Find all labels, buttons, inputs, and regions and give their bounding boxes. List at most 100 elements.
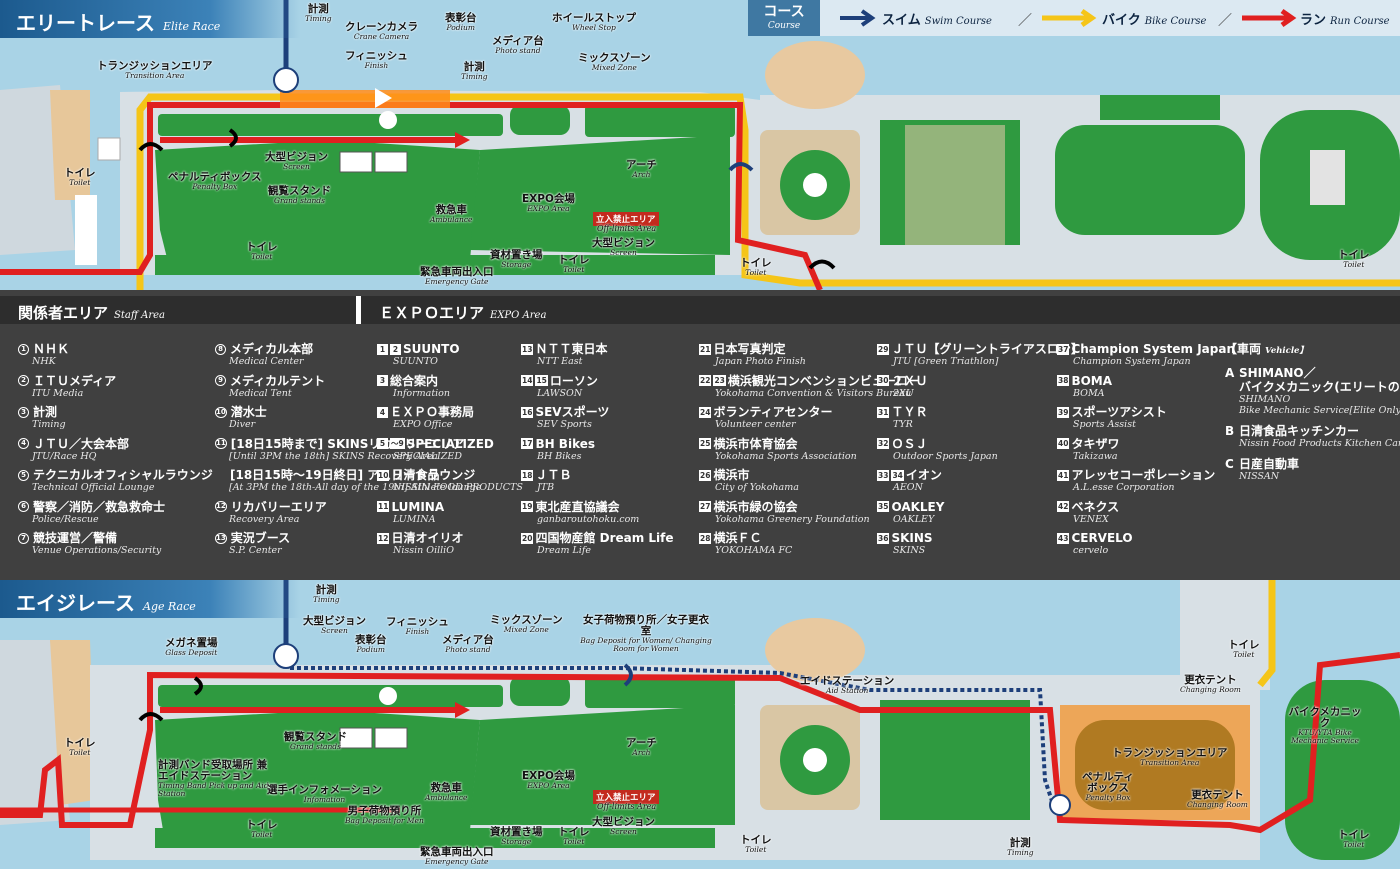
elite-grandstand-label: 観覧スタンド Grand stands (268, 185, 331, 206)
marker-circle: 2 (18, 375, 29, 386)
marker-square: 38 (1057, 375, 1070, 386)
legend-item-sub: Information (393, 387, 451, 399)
age-race-map: エイジレース Age Race 計測 Timing 大型ビジョン Screen メガネ… (0, 580, 1400, 869)
legend-item-sub: Police/Rescue (32, 513, 99, 525)
legend-item-label: 四国物産館 Dream Life (535, 531, 674, 545)
age-title-jp: エイジレース (16, 591, 135, 615)
legend-run-en: Run Course (1330, 16, 1390, 27)
age-timingband-label: 計測バンド受取場所 兼 エイドステーション Timing Band Pick up… (158, 759, 269, 798)
legend-item-label: メディカルテント (230, 373, 326, 388)
marker-square: 21 (699, 343, 712, 355)
elite-finish-label: フィニッシュ Finish (345, 50, 408, 71)
legend-item-sub: cervelo (1073, 545, 1109, 556)
elite-arch-label: アーチ Arch (626, 159, 657, 180)
legend-item-sub: JTU [Green Triathlon] (893, 356, 999, 367)
marker-square: 30 (877, 375, 890, 386)
legend-item-sub: BOMA (1073, 387, 1105, 399)
age-storage-label: 資材置き場 Storage (490, 826, 543, 847)
legend-item-label: イオン (905, 468, 942, 482)
legend-course-label: コース (763, 4, 805, 20)
legend-item-label: ＪＴＢ (535, 468, 572, 482)
marker-square: 23 (713, 375, 726, 386)
expo-area-title-en: EXPO Area (490, 310, 547, 321)
legend-item: 4 ＥＸＰＯ事務局 EXPO Office (377, 405, 523, 437)
legend-item-sub: OAKLEY (893, 513, 935, 525)
expo-area-header: ＥＸＰＯエリア EXPO Area (361, 296, 1400, 324)
marker-circle: 6 (18, 501, 29, 512)
legend-item-label: ＪＴＵ／大会本部 (33, 436, 130, 451)
legend-item-sub: A.L.esse Corporation (1073, 482, 1175, 493)
age-expo-label: EXPO会場 EXPO Area (522, 770, 575, 791)
legend-item-label: ＪＴＵ【グリーントライアスロン】 (891, 342, 1083, 356)
elite-offlimits-en: Off-limits Area (597, 224, 657, 233)
expo-area-title: ＥＸＰＯエリア (379, 304, 485, 322)
age-arch-label: アーチ Arch (626, 737, 657, 758)
marker-square: 33 (877, 469, 890, 481)
legend-item: 29 ＪＴＵ【グリーントライアスロン】 JTU [Green Triathlon] (877, 342, 1083, 374)
age-toilet4-label: トイレ Toilet (740, 834, 772, 855)
vehicle-column: 【車両 Vehicle】 A SHIMANO／ バイクメカニック(エリートのみ) S… (1225, 342, 1400, 482)
elite-toilet2-label: トイレ Toilet (246, 241, 278, 262)
expo-column-5: 37 Champion System Japan Champion System J… (1057, 342, 1235, 563)
legend-item-label: Champion System Japan (1071, 342, 1236, 356)
legend-item-sub: ganbaroutohoku.com (537, 513, 640, 525)
marker-square: 29 (877, 343, 890, 355)
bike-arrow-icon (1042, 8, 1097, 28)
age-transition-label: トランジッションエリア Transition Area (1112, 747, 1228, 768)
marker-square: 15 (535, 375, 548, 386)
legend-separator: ／ (1018, 13, 1032, 29)
legend-swim-jp: スイム (882, 13, 921, 28)
marker-square: 35 (877, 501, 890, 512)
legend-item: 5 テクニカルオフィシャルラウンジ Technical Official Loung… (18, 468, 213, 500)
vehicle-heading: 【車両 Vehicle】 (1225, 342, 1308, 356)
legend-item-label: 日清食品 (391, 468, 440, 482)
legend-item-label: ベネクス (1071, 499, 1120, 514)
legend-item: 42 ベネクス VENEX (1057, 500, 1235, 532)
marker-square: 37 (1057, 343, 1070, 355)
age-timing2-label: 計測 Timing (1007, 837, 1034, 858)
age-emergency-label: 緊急車両出入口 Emergency Gate (420, 846, 494, 867)
age-bagm-label: 男子荷物預り所 Bag Deposit for Men (345, 805, 424, 826)
elite-title-jp: エリートレース (16, 11, 155, 35)
age-media-label: メディア台 Photo stand (442, 634, 494, 655)
legend-item: 6 警察／消防／救急救命士 Police/Rescue (18, 500, 213, 532)
marker-square: 10 (377, 469, 390, 481)
legend-run: ラン Run Course (1300, 9, 1390, 28)
legend-item-label: 横浜市 (713, 468, 750, 482)
marker-square: 43 (1057, 532, 1070, 544)
legend-item: 7 競技運営／警備 Venue Operations/Security (18, 531, 213, 563)
elite-mixed-label: ミックスゾーン Mixed Zone (578, 52, 651, 73)
legend-item-sub: SEV Sports (537, 419, 592, 430)
legend-item-sub: Sports Assist (1073, 419, 1136, 430)
legend-item: 32 ＯＳＪ Outdoor Sports Japan (877, 437, 1083, 469)
legend-run-jp: ラン (1300, 13, 1327, 28)
legend-item-sub: TYR (893, 419, 913, 430)
legend-item-label: 日清オイリオ (391, 531, 464, 545)
age-grandstand-label: 観覧スタンド Grand stands (284, 731, 347, 752)
legend-item: 31 ＴＹＲ TYR (877, 405, 1083, 437)
elite-race-map: エリートレース Elite Race コース Course スイム Swim Cour… (0, 0, 1400, 290)
elite-storage-label: 資材置き場 Storage (490, 249, 543, 270)
legend-item-label: メディカル本部 (230, 342, 314, 356)
marker-circle: 12 (215, 501, 227, 512)
marker-square: 26 (699, 469, 712, 481)
legend-item-sub: Champion System Japan (1073, 356, 1191, 367)
legend-item-sub: SPECIALIZED (393, 450, 462, 462)
elite-penalty-label: ペナルティボックス Penalty Box (168, 171, 262, 192)
legend-item-label: ＮＨＫ (33, 342, 70, 356)
age-glass-label: メガネ置場 Glass Deposit (165, 637, 218, 658)
elite-screen2-label: 大型ビジョン Screen (592, 237, 655, 258)
legend-item: 10 日清食品 NISSIN FOOD PRODUCTS (377, 468, 523, 500)
age-penalty-label: ペナルティ ボックス Penalty Box (1082, 771, 1134, 803)
legend-separator: ／ (1218, 13, 1232, 29)
info-panel: 関係者エリア Staff Area ＥＸＰＯエリア EXPO Area 1 ＮＨＫ NH… (0, 290, 1400, 580)
legend-item: 2 ＩＴＵメディア ITU Media (18, 374, 213, 406)
elite-transition-label: トランジッションエリア Transition Area (97, 60, 213, 81)
vehicle-item-b: B 日清食品キッチンカー Nissin Food Products Kitchen… (1225, 424, 1400, 449)
legend-item-sub: LUMINA (393, 513, 436, 525)
swim-arrow-icon (840, 9, 876, 27)
legend-item-sub: BH Bikes (537, 450, 582, 462)
marker-square: 32 (877, 438, 890, 449)
marker-circle: 13 (215, 532, 227, 544)
marker-square: 16 (521, 406, 534, 418)
